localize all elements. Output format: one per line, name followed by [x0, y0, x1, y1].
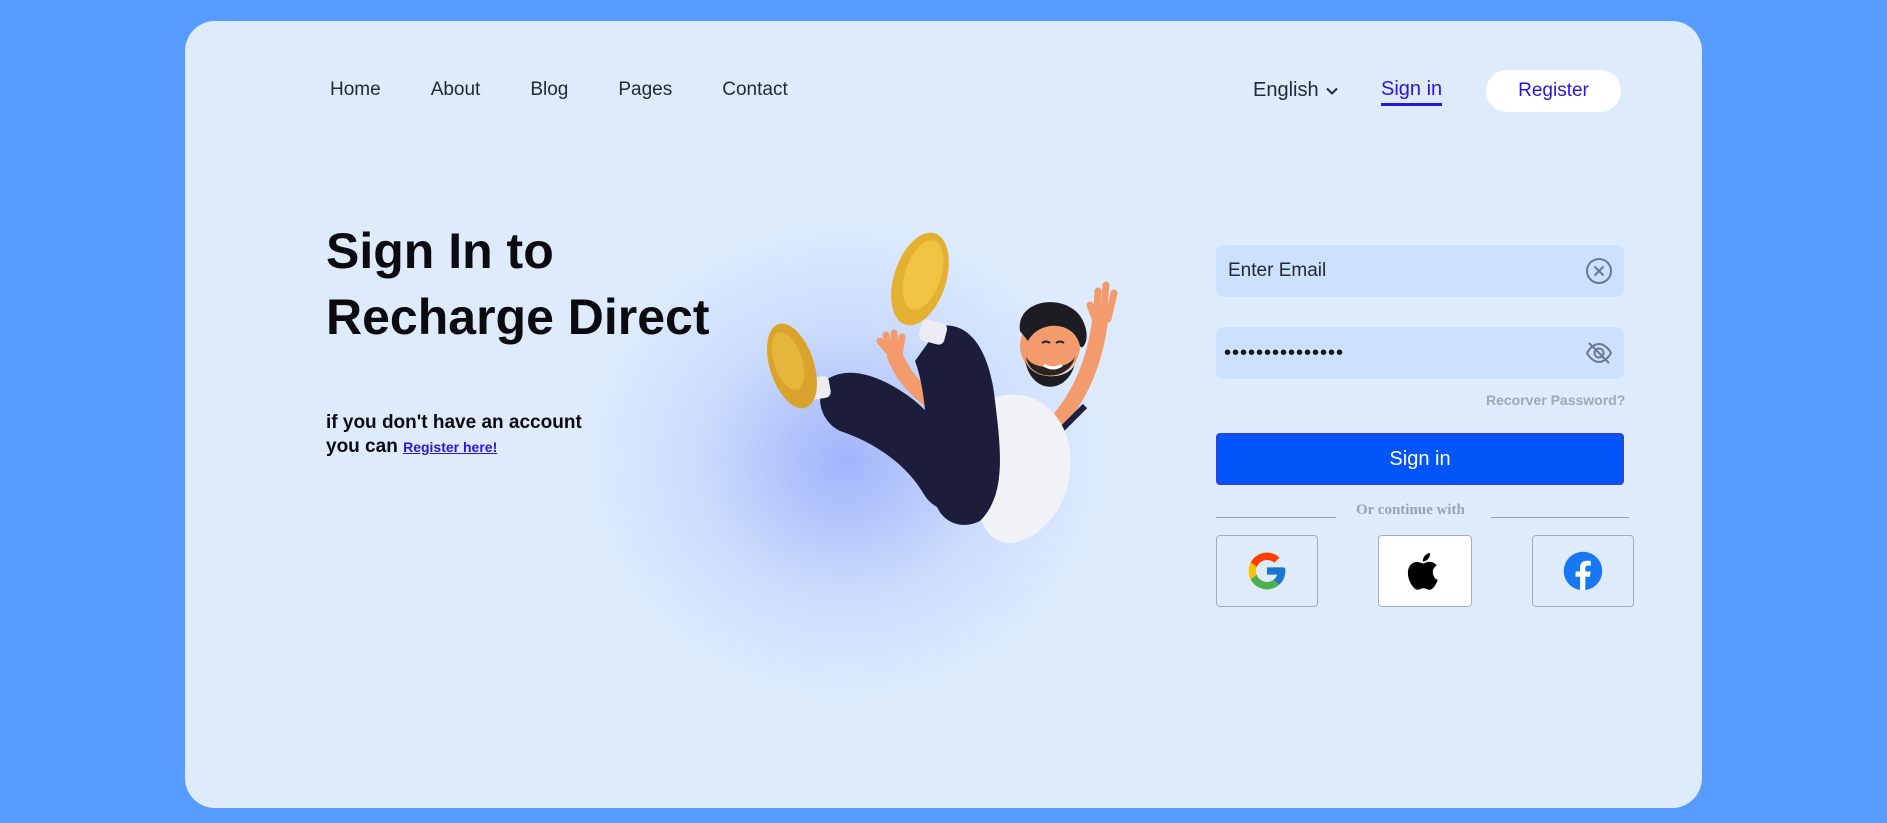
register-here-link[interactable]: Register here!: [403, 439, 497, 455]
email-field[interactable]: [1216, 245, 1624, 297]
chevron-down-icon: [1325, 87, 1338, 95]
google-signin-button[interactable]: [1216, 535, 1318, 607]
signin-button[interactable]: Sign in: [1216, 433, 1624, 485]
nav-contact[interactable]: Contact: [722, 79, 787, 101]
register-prompt-line-2: you can: [326, 436, 398, 457]
register-prompt-line-1: if you don't have an account: [326, 412, 582, 433]
apple-icon: [1407, 552, 1438, 590]
email-input[interactable]: [1216, 259, 1584, 283]
nav-about[interactable]: About: [431, 79, 481, 101]
clear-icon[interactable]: [1584, 256, 1614, 286]
title-line-1: Sign In to: [326, 223, 554, 279]
top-nav: Home About Blog Pages Contact: [330, 79, 838, 101]
password-field[interactable]: •••••••••••••••: [1216, 327, 1624, 379]
google-icon: [1248, 552, 1286, 590]
language-selector[interactable]: English: [1253, 79, 1339, 102]
divider-right: [1491, 517, 1629, 518]
falling-character-illustration: [767, 232, 1118, 543]
continue-with-label: Or continue with: [1356, 502, 1465, 518]
nav-home[interactable]: Home: [330, 79, 381, 101]
language-label: English: [1253, 79, 1319, 101]
facebook-icon: [1563, 551, 1603, 591]
title-line-2: Recharge Direct: [326, 289, 710, 345]
password-input[interactable]: •••••••••••••••: [1216, 342, 1584, 365]
facebook-signin-button[interactable]: [1532, 535, 1634, 607]
register-button[interactable]: Register: [1486, 70, 1621, 112]
apple-signin-button[interactable]: [1378, 535, 1472, 607]
recover-password-link[interactable]: Recorver Password?: [1486, 392, 1625, 408]
nav-pages[interactable]: Pages: [618, 79, 672, 101]
signin-link[interactable]: Sign in: [1381, 78, 1443, 106]
register-prompt: if you don't have an account you can Reg…: [326, 411, 582, 459]
nav-blog[interactable]: Blog: [530, 79, 568, 101]
page-title: Sign In to Recharge Direct: [326, 218, 746, 350]
divider-left: [1216, 517, 1336, 518]
eye-off-icon[interactable]: [1584, 338, 1614, 368]
main-card: Home About Blog Pages Contact English Si…: [185, 21, 1702, 808]
